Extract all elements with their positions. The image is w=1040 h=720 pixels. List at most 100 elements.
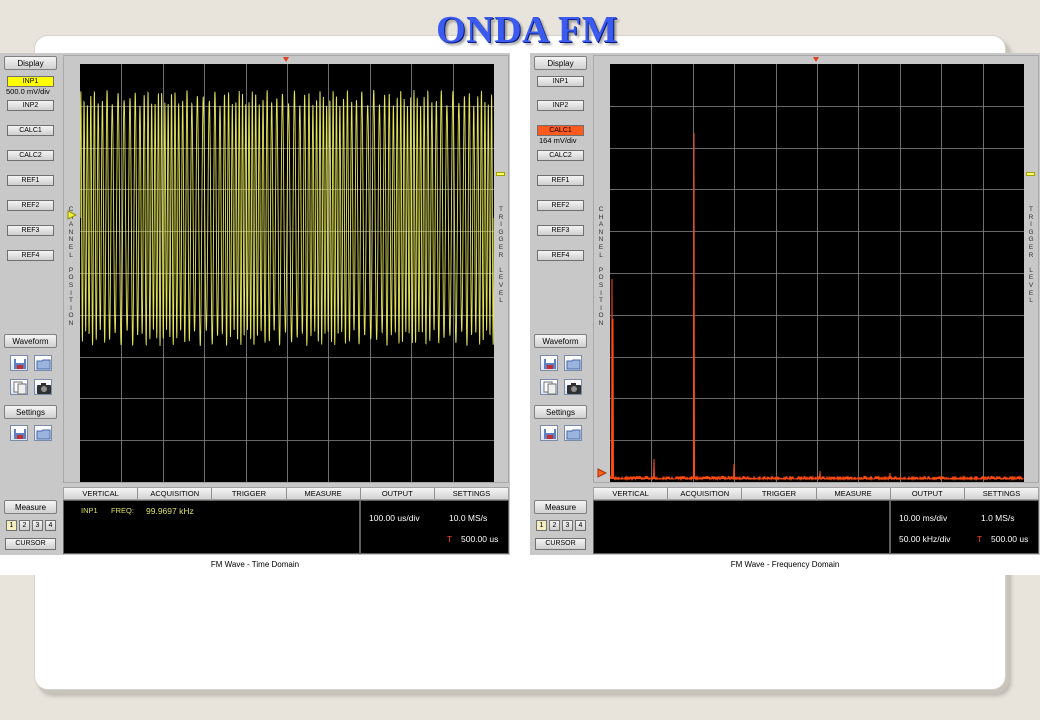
trigger-level-slider[interactable] bbox=[1026, 172, 1035, 176]
measure-button[interactable]: Measure bbox=[534, 500, 587, 514]
time-domain-plot bbox=[80, 64, 494, 482]
measure-3-button[interactable]: 3 bbox=[32, 520, 43, 531]
copy-waveform-icon[interactable] bbox=[10, 379, 28, 395]
open-waveform-icon[interactable] bbox=[34, 355, 52, 371]
display-button[interactable]: Display bbox=[4, 56, 57, 70]
trigger-time-value: 500.00 us bbox=[991, 534, 1029, 544]
measure-button[interactable]: Measure bbox=[4, 500, 57, 514]
time-domain-display bbox=[80, 64, 494, 482]
scope-tabs: VERTICAL ACQUISITION TRIGGER MEASURE OUT… bbox=[593, 487, 1039, 500]
calc1-button[interactable]: CALC1 bbox=[7, 125, 54, 136]
tab-output[interactable]: OUTPUT bbox=[360, 488, 435, 499]
ref1-button[interactable]: REF1 bbox=[537, 175, 584, 186]
settings-button[interactable]: Settings bbox=[4, 405, 57, 419]
fm-waveform-trace bbox=[80, 89, 494, 347]
ref3-button[interactable]: REF3 bbox=[537, 225, 584, 236]
ref4-button[interactable]: REF4 bbox=[7, 250, 54, 261]
trigger-marker: T bbox=[447, 534, 453, 544]
scope-caption: FM Wave - Time Domain bbox=[210, 560, 300, 569]
tab-measure[interactable]: MEASURE bbox=[286, 488, 361, 499]
trigger-level-slider[interactable] bbox=[496, 172, 505, 176]
channel-scale: 164 mV/div bbox=[539, 136, 577, 145]
tab-acquisition[interactable]: ACQUISITION bbox=[138, 488, 213, 499]
trigger-position-marker-icon[interactable] bbox=[813, 57, 819, 63]
measure-2-button[interactable]: 2 bbox=[549, 520, 560, 531]
spectrum-trace bbox=[610, 132, 1024, 481]
scope-screen-frame: C H A N N E L P O S I T I O N T R I G G … bbox=[593, 55, 1039, 483]
copy-waveform-icon[interactable] bbox=[540, 379, 558, 395]
frequency-scale-value: 50.00 kHz/div bbox=[899, 534, 951, 544]
measure-1-button[interactable]: 1 bbox=[536, 520, 547, 531]
save-settings-icon[interactable] bbox=[10, 425, 28, 441]
measure-3-button[interactable]: 3 bbox=[562, 520, 573, 531]
cursor-button[interactable]: CURSOR bbox=[5, 538, 56, 550]
frequency-domain-display bbox=[610, 64, 1024, 482]
tab-settings[interactable]: SETTINGS bbox=[964, 488, 1039, 499]
tab-acquisition[interactable]: ACQUISITION bbox=[668, 488, 743, 499]
scope-time-domain: Display INP1 500.0 mV/div INP2 CALC1 CAL… bbox=[0, 53, 510, 575]
save-waveform-icon[interactable] bbox=[10, 355, 28, 371]
measure-1-button[interactable]: 1 bbox=[6, 520, 17, 531]
measure-2-button[interactable]: 2 bbox=[19, 520, 30, 531]
cursor-button[interactable]: CURSOR bbox=[535, 538, 586, 550]
side-panel: Display INP1 INP2 CALC1 164 mV/div CALC2… bbox=[530, 53, 593, 575]
tab-vertical[interactable]: VERTICAL bbox=[64, 488, 139, 499]
sample-rate-value: 10.0 MS/s bbox=[449, 513, 488, 523]
tab-output[interactable]: OUTPUT bbox=[890, 488, 965, 499]
channel-position-marker-icon[interactable] bbox=[597, 468, 607, 478]
camera-icon[interactable] bbox=[34, 379, 52, 395]
camera-icon[interactable] bbox=[564, 379, 582, 395]
timebase-panel: 100.00 us/div 10.0 MS/s T 500.00 us bbox=[360, 500, 509, 554]
channel-position-label: C H A N N E L P O S I T I O N bbox=[68, 206, 74, 327]
save-waveform-icon[interactable] bbox=[540, 355, 558, 371]
waveform-button[interactable]: Waveform bbox=[4, 334, 57, 348]
scope-caption: FM Wave - Frequency Domain bbox=[730, 560, 840, 569]
tab-trigger[interactable]: TRIGGER bbox=[212, 488, 287, 499]
trigger-level-label: T R I G G E R L E V E L bbox=[1028, 206, 1034, 305]
inp2-button[interactable]: INP2 bbox=[537, 100, 584, 111]
measurement-panel: INP1 FREQ: 99.9697 kHz bbox=[63, 500, 360, 554]
trigger-level-label: T R I G G E R L E V E L bbox=[498, 206, 504, 305]
calc1-button[interactable]: CALC1 bbox=[537, 125, 584, 136]
scope-tabs: VERTICAL ACQUISITION TRIGGER MEASURE OUT… bbox=[63, 487, 509, 500]
timebase-value: 10.00 ms/div bbox=[899, 513, 948, 523]
trigger-time-value: 500.00 us bbox=[461, 534, 499, 544]
measurement-panel bbox=[593, 500, 890, 554]
ref1-button[interactable]: REF1 bbox=[7, 175, 54, 186]
slide-title: ONDA FM bbox=[436, 9, 618, 51]
frequency-domain-plot bbox=[610, 64, 1024, 482]
tab-vertical[interactable]: VERTICAL bbox=[594, 488, 669, 499]
inp1-button[interactable]: INP1 bbox=[537, 76, 584, 87]
ref3-button[interactable]: REF3 bbox=[7, 225, 54, 236]
measure-4-button[interactable]: 4 bbox=[45, 520, 56, 531]
measure-4-button[interactable]: 4 bbox=[575, 520, 586, 531]
scope-frequency-domain: Display INP1 INP2 CALC1 164 mV/div CALC2… bbox=[530, 53, 1040, 575]
ref2-button[interactable]: REF2 bbox=[7, 200, 54, 211]
tab-settings[interactable]: SETTINGS bbox=[434, 488, 509, 499]
trigger-marker: T bbox=[977, 534, 983, 544]
tab-measure[interactable]: MEASURE bbox=[816, 488, 891, 499]
ref4-button[interactable]: REF4 bbox=[537, 250, 584, 261]
measurement-label: FREQ: bbox=[111, 506, 134, 515]
inp1-button[interactable]: INP1 bbox=[7, 76, 54, 87]
calc2-button[interactable]: CALC2 bbox=[537, 150, 584, 161]
channel-position-label: C H A N N E L P O S I T I O N bbox=[598, 206, 604, 327]
channel-position-marker-icon[interactable] bbox=[67, 210, 77, 220]
open-waveform-icon[interactable] bbox=[564, 355, 582, 371]
channel-scale: 500.0 mV/div bbox=[6, 87, 50, 96]
waveform-button[interactable]: Waveform bbox=[534, 334, 587, 348]
timebase-value: 100.00 us/div bbox=[369, 513, 420, 523]
calc2-button[interactable]: CALC2 bbox=[7, 150, 54, 161]
open-settings-icon[interactable] bbox=[34, 425, 52, 441]
side-panel: Display INP1 500.0 mV/div INP2 CALC1 CAL… bbox=[0, 53, 63, 575]
settings-button[interactable]: Settings bbox=[534, 405, 587, 419]
tab-trigger[interactable]: TRIGGER bbox=[742, 488, 817, 499]
trigger-position-marker-icon[interactable] bbox=[283, 57, 289, 63]
open-settings-icon[interactable] bbox=[564, 425, 582, 441]
sample-rate-value: 1.0 MS/s bbox=[981, 513, 1015, 523]
ref2-button[interactable]: REF2 bbox=[537, 200, 584, 211]
save-settings-icon[interactable] bbox=[540, 425, 558, 441]
measurement-value: 99.9697 kHz bbox=[146, 506, 194, 516]
inp2-button[interactable]: INP2 bbox=[7, 100, 54, 111]
display-button[interactable]: Display bbox=[534, 56, 587, 70]
